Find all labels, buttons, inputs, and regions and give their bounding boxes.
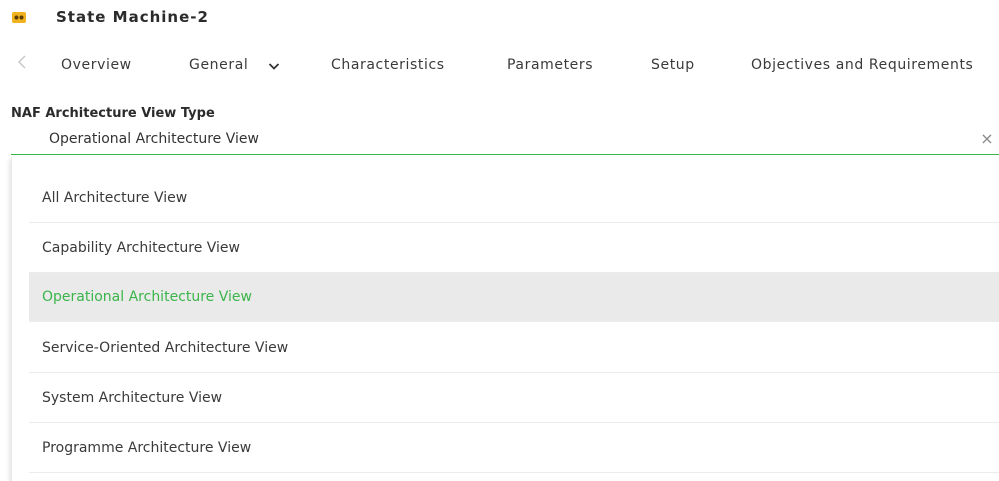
option-programme-architecture-view[interactable]: Programme Architecture View bbox=[29, 424, 999, 473]
select-value: Operational Architecture View bbox=[49, 131, 259, 147]
tab-setup[interactable]: Setup bbox=[651, 57, 695, 73]
option-label: Service-Oriented Architecture View bbox=[42, 340, 289, 356]
option-operational-architecture-view[interactable]: Operational Architecture View bbox=[29, 273, 999, 322]
option-all-architecture-view[interactable]: All Architecture View bbox=[29, 174, 999, 223]
chevron-down-icon[interactable] bbox=[268, 62, 280, 71]
tab-parameters[interactable]: Parameters bbox=[507, 57, 593, 73]
page-title: State Machine-2 bbox=[56, 8, 209, 26]
option-label: All Architecture View bbox=[42, 190, 188, 206]
tab-characteristics[interactable]: Characteristics bbox=[331, 57, 445, 73]
tab-objectives-and-requirements[interactable]: Objectives and Requirements bbox=[751, 57, 973, 73]
state-machine-icon bbox=[12, 12, 26, 23]
option-label: Operational Architecture View bbox=[42, 289, 252, 305]
option-label: Programme Architecture View bbox=[42, 440, 252, 456]
tab-overview[interactable]: Overview bbox=[61, 57, 132, 73]
naf-view-type-select[interactable]: Operational Architecture View × bbox=[11, 124, 999, 155]
field-label: NAF Architecture View Type bbox=[11, 106, 215, 121]
tab-general[interactable]: General bbox=[189, 57, 248, 73]
option-capability-architecture-view[interactable]: Capability Architecture View bbox=[29, 224, 999, 273]
option-label: System Architecture View bbox=[42, 390, 223, 406]
option-label: Capability Architecture View bbox=[42, 240, 240, 256]
dropdown-menu: All Architecture View Capability Archite… bbox=[11, 157, 999, 481]
tab-bar: Overview General Characteristics Paramet… bbox=[0, 48, 999, 84]
clear-icon[interactable]: × bbox=[979, 129, 995, 148]
chevron-left-icon[interactable] bbox=[16, 54, 30, 70]
title-bar: State Machine-2 bbox=[0, 0, 999, 36]
option-system-architecture-view[interactable]: System Architecture View bbox=[29, 374, 999, 423]
option-service-oriented-architecture-view[interactable]: Service-Oriented Architecture View bbox=[29, 324, 999, 373]
